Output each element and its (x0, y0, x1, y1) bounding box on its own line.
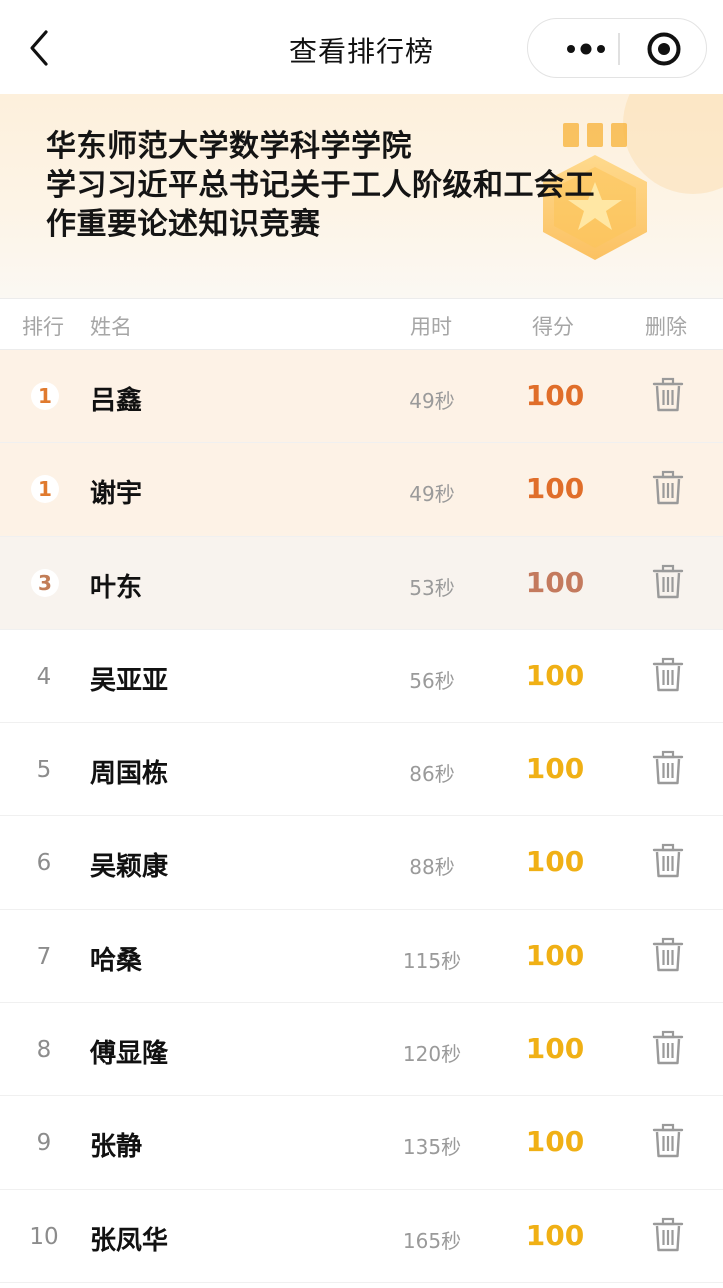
table-row: 8 傅显隆 120秒 100 (0, 1003, 723, 1097)
close-button[interactable] (634, 27, 694, 71)
trash-icon[interactable] (651, 1217, 685, 1253)
table-row: 7 哈桑 115秒 100 (0, 910, 723, 1004)
trash-icon[interactable] (651, 470, 685, 506)
competition-title: 华东师范大学数学科学学院 学习习近平总书记关于工人阶级和工会工 作重要论述知识竞… (46, 127, 666, 244)
competition-banner: 华东师范大学数学科学学院 学习习近平总书记关于工人阶级和工会工 作重要论述知识竞… (0, 94, 723, 298)
score-value: 100 (525, 938, 585, 972)
score-value: 100 (525, 472, 585, 506)
table-row: 10 张凤华 165秒 100 (0, 1190, 723, 1283)
table-header: 排行 姓名 用时 得分 删除 (0, 298, 723, 350)
time-used: 49秒 (409, 389, 455, 413)
trash-icon[interactable] (651, 843, 685, 879)
participant-name: 叶东 (90, 572, 143, 603)
header-score: 得分 (532, 315, 574, 339)
participant-name: 周国栋 (90, 759, 169, 790)
rank-number: 4 (36, 663, 52, 690)
trash-icon[interactable] (651, 1030, 685, 1066)
participant-name: 吴亚亚 (90, 665, 169, 696)
time-used: 56秒 (409, 668, 455, 693)
score-value: 100 (525, 658, 585, 692)
score-value: 100 (525, 565, 585, 599)
header-time: 用时 (410, 315, 452, 339)
mini-program-capsule (527, 18, 707, 78)
table-row: 3 叶东 53秒 100 (0, 536, 723, 630)
participant-name: 哈桑 (90, 945, 143, 976)
participant-name: 吕鑫 (90, 386, 143, 416)
header-name: 姓名 (90, 315, 132, 339)
score-value: 100 (525, 752, 585, 786)
time-used: 165秒 (402, 1228, 462, 1253)
table-row: 4 吴亚亚 56秒 100 (0, 630, 723, 724)
rank-number: 6 (36, 850, 52, 877)
trash-icon[interactable] (651, 750, 685, 786)
table-row: 1 吕鑫 49秒 100 (0, 350, 723, 444)
ranking-list: 1 吕鑫 49秒 100 1 谢宇 49秒 100 3 叶东 53秒 100 4… (0, 350, 723, 1283)
participant-name: 张静 (90, 1132, 143, 1163)
time-used: 120秒 (402, 1042, 462, 1067)
time-used: 86秒 (409, 762, 455, 787)
table-row: 9 张静 135秒 100 (0, 1096, 723, 1190)
table-row: 6 吴颖康 88秒 100 (0, 816, 723, 910)
title-line-3: 作重要论述知识竞赛 (46, 207, 321, 242)
table-row: 1 谢宇 49秒 100 (0, 443, 723, 537)
trash-icon[interactable] (651, 564, 685, 600)
rank-number: 9 (36, 1130, 52, 1157)
capsule-divider (618, 33, 620, 65)
header-delete: 删除 (645, 315, 687, 339)
score-value: 100 (525, 1125, 585, 1159)
navigation-bar: 查看排行榜 (0, 0, 723, 94)
header-rank: 排行 (22, 315, 64, 339)
time-used: 88秒 (409, 855, 455, 880)
target-circle-icon (647, 32, 681, 66)
score-value: 100 (525, 1032, 585, 1066)
participant-name: 傅显隆 (90, 1039, 169, 1070)
trash-icon[interactable] (651, 937, 685, 973)
table-row: 5 周国栋 86秒 100 (0, 723, 723, 817)
rank-number: 8 (36, 1037, 52, 1064)
trash-icon[interactable] (651, 377, 685, 413)
time-used: 135秒 (402, 1135, 462, 1160)
rank-badge: 3 (31, 568, 59, 597)
time-used: 53秒 (409, 575, 455, 600)
title-line-2: 学习习近平总书记关于工人阶级和工会工 (46, 168, 595, 203)
score-value: 100 (525, 1218, 585, 1252)
rank-number: 7 (36, 943, 52, 970)
title-line-1: 华东师范大学数学科学学院 (46, 129, 412, 164)
participant-name: 吴颖康 (90, 852, 169, 883)
rank-number: 10 (29, 1223, 59, 1250)
participant-name: 谢宇 (90, 479, 143, 510)
score-value: 100 (525, 379, 585, 412)
time-used: 115秒 (402, 948, 462, 973)
more-button[interactable] (546, 27, 616, 71)
participant-name: 张凤华 (90, 1225, 169, 1256)
time-used: 49秒 (409, 482, 455, 507)
more-dots-icon (567, 43, 605, 55)
trash-icon[interactable] (651, 1123, 685, 1159)
rank-number: 5 (36, 757, 52, 784)
trash-icon[interactable] (651, 657, 685, 693)
rank-badge: 1 (31, 382, 59, 410)
rank-badge: 1 (31, 475, 59, 504)
score-value: 100 (525, 845, 585, 879)
